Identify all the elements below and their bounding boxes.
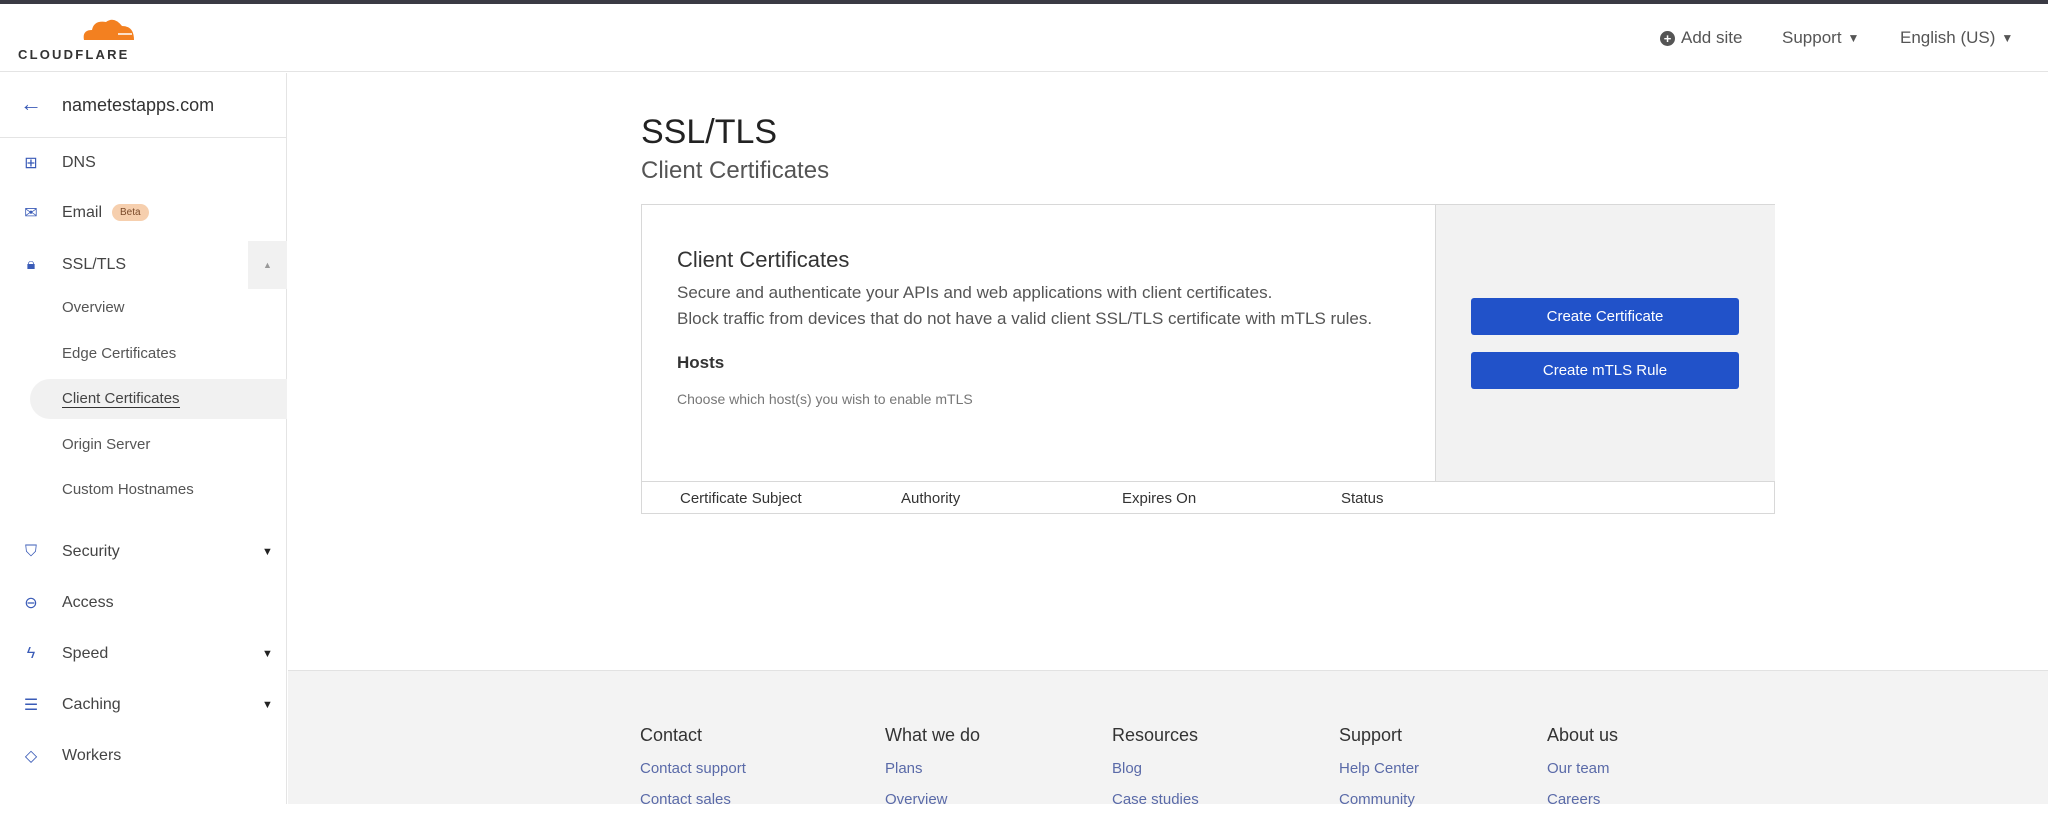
card-description: Secure and authenticate your APIs and we…: [677, 283, 1273, 302]
footer-link[interactable]: Contact support: [640, 760, 746, 777]
column-header[interactable]: Expires On: [1122, 490, 1196, 507]
footer-link[interactable]: Help Center: [1339, 760, 1419, 777]
cloudflare-logo[interactable]: CLOUDFLARE: [18, 16, 138, 62]
hosts-hint: Choose which host(s) you wish to enable …: [677, 391, 973, 407]
caret-down-icon: ▼: [262, 546, 273, 558]
sidebar-item-label: Security: [62, 543, 120, 560]
column-header[interactable]: Certificate Subject: [680, 490, 802, 507]
access-icon: ⊖: [24, 595, 38, 612]
plus-circle-icon: +: [1660, 30, 1675, 46]
add-site-label: Add site: [1681, 28, 1743, 47]
sidebar-subitem-client-certificates[interactable]: Client Certificates: [62, 390, 180, 408]
back-arrow-icon[interactable]: ←: [20, 91, 42, 117]
footer-column-what-we-do: What we do Plans Overview: [885, 725, 980, 822]
network-icon: ⊞: [24, 155, 38, 172]
certificates-table-header: Certificate Subject Authority Expires On…: [642, 481, 1774, 514]
actions-panel: Create Certificate Create mTLS Rule: [1435, 205, 1775, 481]
beta-badge: Beta: [112, 204, 149, 222]
sidebar-item-dns[interactable]: ⊞ DNS: [0, 143, 287, 183]
envelope-icon: ✉: [24, 205, 38, 222]
hosts-heading: Hosts: [677, 353, 725, 372]
language-dropdown[interactable]: English (US) ▼: [1900, 28, 2013, 48]
column-header[interactable]: Status: [1341, 490, 1384, 507]
sidebar-item-label: Access: [62, 594, 114, 611]
sidebar-subitem-overview[interactable]: Overview: [62, 299, 125, 316]
support-label: Support: [1782, 28, 1842, 47]
sidebar-item-email[interactable]: ✉ Email Beta: [0, 193, 287, 233]
footer-heading: Support: [1339, 725, 1403, 745]
footer-link[interactable]: Careers: [1547, 791, 1618, 808]
sidebar-item-label: Workers: [62, 747, 122, 764]
lock-icon: 🔒︎: [26, 256, 36, 273]
footer-column-resources: Resources Blog Case studies: [1112, 725, 1199, 822]
footer-link[interactable]: Community: [1339, 791, 1419, 808]
footer-link[interactable]: Contact sales: [640, 791, 746, 808]
sidebar-item-ssl-tls[interactable]: 🔒︎ SSL/TLS ▲: [0, 241, 287, 289]
caret-down-icon: ▼: [1847, 31, 1860, 45]
top-header: CLOUDFLARE + Add site Support ▼ English (U…: [0, 4, 2048, 72]
page-subtitle: Client Certificates: [641, 157, 830, 184]
collapse-chevron-icon[interactable]: ▲: [248, 241, 287, 289]
cloud-icon: [83, 19, 134, 40]
logo-text: CLOUDFLARE: [18, 47, 130, 62]
sidebar-item-label: DNS: [62, 154, 96, 171]
page-title: SSL/TLS: [641, 113, 778, 151]
footer-heading: About us: [1547, 725, 1619, 745]
domain-name: nametestapps.com: [62, 95, 215, 115]
footer-link[interactable]: Overview: [885, 791, 980, 808]
footer-link[interactable]: Plans: [885, 760, 980, 777]
footer-column-support: Support Help Center Community: [1339, 725, 1419, 822]
sidebar-subitem-edge-certificates[interactable]: Edge Certificates: [62, 345, 176, 362]
shield-icon: ⛉: [24, 543, 37, 560]
card-description: Block traffic from devices that do not h…: [677, 309, 1373, 328]
footer: Contact Contact support Contact sales What…: [288, 670, 2048, 808]
caret-down-icon: ▼: [262, 699, 273, 711]
client-certificates-card: Client Certificates Secure and authentic…: [641, 204, 1775, 514]
footer-link[interactable]: Our team: [1547, 760, 1618, 777]
create-mtls-rule-button[interactable]: Create mTLS Rule: [1471, 352, 1739, 389]
sidebar-subitem-custom-hostnames[interactable]: Custom Hostnames: [62, 481, 194, 498]
add-site-link[interactable]: + Add site: [1660, 28, 1742, 48]
sidebar-item-workers[interactable]: ◇ Workers: [0, 736, 287, 776]
caret-down-icon: ▼: [2001, 31, 2014, 45]
card-title: Client Certificates: [677, 247, 850, 272]
footer-column-contact: Contact Contact support Contact sales: [640, 725, 746, 822]
footer-heading: Contact: [640, 725, 703, 745]
support-dropdown[interactable]: Support ▼: [1782, 28, 1859, 48]
workers-icon: ◇: [24, 748, 38, 765]
language-label: English (US): [1900, 28, 1996, 47]
sidebar-item-label: Caching: [62, 696, 121, 713]
footer-link[interactable]: Case studies: [1112, 791, 1199, 808]
footer-heading: What we do: [885, 725, 981, 745]
server-icon: ☰: [23, 697, 39, 714]
sidebar-item-label: Email: [62, 204, 103, 221]
sidebar-item-caching[interactable]: ☰ Caching ▼: [0, 685, 287, 725]
footer-link[interactable]: Blog: [1112, 760, 1199, 777]
caret-down-icon: ▼: [262, 648, 273, 660]
sidebar-item-security[interactable]: ⛉ Security ▼: [0, 532, 287, 572]
footer-column-about-us: About us Our team Careers: [1547, 725, 1618, 822]
sidebar-subitem-origin-server[interactable]: Origin Server: [62, 436, 150, 453]
domain-header: ← nametestapps.com: [0, 73, 287, 138]
column-header[interactable]: Authority: [901, 490, 960, 507]
sidebar-item-label: Speed: [62, 645, 109, 662]
lightning-icon: ϟ: [26, 645, 36, 662]
sidebar-item-speed[interactable]: ϟ Speed ▼: [0, 634, 287, 674]
sidebar-item-label: SSL/TLS: [62, 256, 127, 273]
sidebar: ← nametestapps.com ⊞ DNS ✉ Email Beta 🔒︎ SSL…: [0, 73, 287, 804]
footer-heading: Resources: [1112, 725, 1199, 745]
create-certificate-button[interactable]: Create Certificate: [1471, 298, 1739, 335]
sidebar-item-access[interactable]: ⊖ Access: [0, 583, 287, 623]
